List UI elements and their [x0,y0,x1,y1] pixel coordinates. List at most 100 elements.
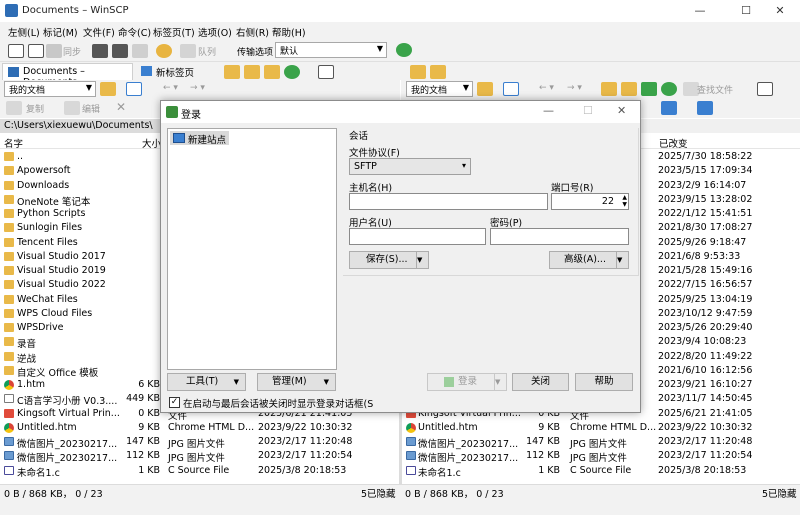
parent-dir-icon[interactable] [244,65,260,79]
left-file-date: 2023/2/17 11:20:54 [258,450,353,462]
console-icon[interactable] [92,44,108,58]
left-file-row[interactable]: 未命名1.c 1 KB C Source File 2025/3/8 20:18:53 [0,464,399,479]
right-open-dir-icon[interactable] [410,65,426,79]
refresh-sync-icon[interactable] [396,43,412,57]
left-file-row[interactable]: 微信图片_20230217... 112 KB JPG 图片文件 2023/2/17 … [0,449,399,465]
delete-icon[interactable]: ✕ [116,100,126,114]
advanced-button[interactable]: 高级(A)... ▼ [549,251,629,269]
root-dir-icon[interactable] [264,65,280,79]
compare-dirs-icon[interactable] [8,44,24,58]
login-button[interactable]: 登录 ▼ [427,373,507,391]
col-size[interactable]: 大小 [142,136,161,150]
properties-icon[interactable] [697,101,713,115]
protocol-select[interactable]: SFTP ▾ [349,158,471,175]
refresh-icon[interactable] [284,65,300,79]
back-arrow-icon[interactable]: ← ▾ [163,83,178,93]
right-root-icon[interactable] [621,82,637,96]
right-file-date: 2023/2/9 16:14:07 [658,179,747,191]
right-parent-dir-icon[interactable] [430,65,446,79]
file-icon [4,437,14,446]
right-file-row[interactable]: 未命名1.c 1 KB C Source File 2025/3/8 20:18:53 [402,464,800,479]
chevron-down-icon[interactable]: ▼ [616,252,628,268]
left-file-name: 录音 [17,339,37,351]
left-file-kind: JPG 图片文件 [168,453,225,465]
menu-tabs[interactable]: 标签页(T) [153,25,195,39]
open-dir-icon[interactable] [224,65,240,79]
find-files-label[interactable]: 查找文件 [697,83,733,96]
dialog-minimize-button[interactable]: — [543,104,554,117]
left-filter-icon[interactable] [126,82,142,96]
minimize-button[interactable]: — [680,0,720,22]
manage-button[interactable]: 管理(M) ▼ [257,373,336,391]
tab-new[interactable]: 新标签页 ▼ [136,63,208,89]
copy-label[interactable]: 复制 [26,102,44,115]
menu-commands[interactable]: 命令(C) [118,25,151,39]
col-modified[interactable]: 已改变 [659,136,688,150]
new-item-icon[interactable] [661,101,677,115]
startup-checkbox[interactable]: ✓ [169,397,180,408]
right-file-name: 未命名1.c [418,467,461,479]
right-location-select[interactable]: 我的文档 ▼ [406,81,473,97]
right-refresh-icon[interactable] [661,82,677,96]
tools-button[interactable]: 工具(T) ▼ [167,373,246,391]
tab-documents[interactable]: Documents – Documents [2,63,133,88]
dialog-maximize-button[interactable]: ☐ [583,104,593,117]
menu-left[interactable]: 左侧(L) [8,25,40,39]
help-button[interactable]: 帮助 [575,373,633,391]
port-input[interactable]: 22 ▲ ▼ [551,193,629,210]
site-tree-item-new[interactable]: 新建站点 [170,131,230,146]
left-file-name: WeChat Files [17,293,78,305]
transfer-preset-select[interactable]: 默认 ▼ [275,42,387,58]
folder-icon [4,223,14,233]
close-window-button[interactable]: ✕ [760,0,800,22]
sync-icon[interactable] [46,44,62,58]
right-back-arrow-icon[interactable]: ← ▾ [539,83,554,93]
right-filter-icon[interactable] [503,82,519,96]
password-input[interactable] [490,228,629,245]
col-name[interactable]: 名字 [4,136,23,150]
terminal-icon[interactable] [132,44,148,58]
menu-right[interactable]: 右侧(R) [236,25,269,39]
host-input[interactable] [349,193,548,210]
edit-label[interactable]: 编辑 [82,102,100,115]
advanced-button-label: 高级(A)... [564,254,606,265]
right-forward-arrow-icon[interactable]: → ▾ [567,83,582,93]
spinner-icon[interactable]: ▲ ▼ [622,194,627,208]
chevron-down-icon[interactable]: ▼ [416,252,428,268]
copy-icon[interactable] [6,101,22,115]
menu-options[interactable]: 选项(O) [198,25,232,39]
left-file-row[interactable]: 微信图片_20230217... 147 KB JPG 图片文件 2023/2/17 … [0,435,399,450]
left-file-name: Downloads [17,179,70,191]
browse-dirs-icon[interactable] [28,44,44,58]
right-folder-icon[interactable] [477,82,493,96]
putty-icon[interactable] [112,44,128,58]
right-file-date: 2023/9/21 16:10:27 [658,379,753,390]
right-file-row[interactable]: Untitled.htm 9 KB Chrome HTML D... 2023/9/2… [402,421,800,435]
left-folder-icon[interactable] [100,82,116,96]
settings-gear-icon[interactable] [156,44,172,58]
edit-icon[interactable] [64,101,80,115]
folder-icon [4,337,14,347]
right-view-icon[interactable] [757,82,773,96]
menu-help[interactable]: 帮助(H) [272,25,306,39]
menu-file[interactable]: 文件(F) [83,25,115,39]
right-location-value: 我的文档 [411,86,448,96]
port-value: 22 [601,196,614,207]
queue-icon[interactable] [180,44,196,58]
right-file-row[interactable]: 微信图片_20230217... 112 KB JPG 图片文件 2023/2/17 … [402,449,800,464]
left-file-row[interactable]: Untitled.htm 9 KB Chrome HTML D... 2023/9/2… [0,421,399,435]
chevron-down-icon[interactable]: ▼ [494,374,506,390]
right-file-row[interactable]: 微信图片_20230217... 147 KB JPG 图片文件 2023/2/17 … [402,435,800,450]
right-up-icon[interactable] [601,82,617,96]
menu-mark[interactable]: 标记(M) [43,25,78,39]
view-icon[interactable] [318,65,334,79]
folder-icon [4,323,14,332]
dialog-close-button[interactable]: ✕ [617,104,626,117]
right-home-icon[interactable] [641,82,657,96]
close-button[interactable]: 关闭 [512,373,569,391]
user-input[interactable] [349,228,486,245]
forward-arrow-icon[interactable]: → ▾ [190,83,205,93]
startup-checkbox-label: 在启动与最后会话被关闭时显示登录对话框(S [183,399,374,410]
save-button[interactable]: 保存(S)... ▼ [349,251,429,269]
left-location-select[interactable]: 我的文档 ▼ [4,81,96,97]
